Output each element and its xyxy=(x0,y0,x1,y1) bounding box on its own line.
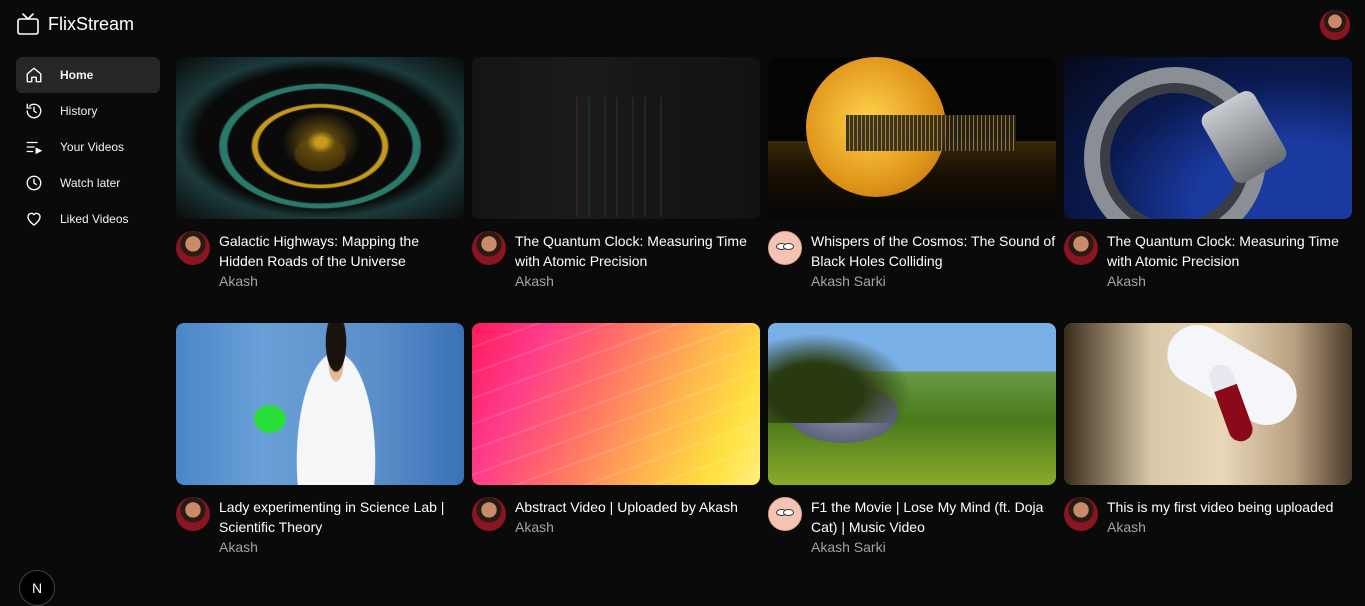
history-icon xyxy=(24,101,44,121)
channel-avatar[interactable] xyxy=(1064,497,1098,531)
video-title[interactable]: Abstract Video | Uploaded by Akash xyxy=(515,497,760,517)
home-icon xyxy=(24,65,44,85)
channel-name[interactable]: Akash xyxy=(1107,271,1352,291)
app-title: FlixStream xyxy=(48,13,135,34)
video-thumbnail[interactable] xyxy=(176,57,464,219)
channel-name[interactable]: Akash xyxy=(515,271,760,291)
video-card[interactable]: Whispers of the Cosmos: The Sound of Bla… xyxy=(768,57,1056,323)
next-badge[interactable]: N xyxy=(19,570,55,606)
playlist-icon xyxy=(24,137,44,157)
video-card[interactable]: Abstract Video | Uploaded by Akash Akash xyxy=(472,323,760,589)
sidebar-item-label: History xyxy=(60,104,98,118)
sidebar-item-home[interactable]: Home xyxy=(16,57,160,93)
tv-icon xyxy=(16,12,40,36)
channel-avatar[interactable] xyxy=(176,231,210,265)
channel-avatar[interactable] xyxy=(472,231,506,265)
user-avatar[interactable] xyxy=(1320,10,1350,40)
video-card[interactable]: Galactic Highways: Mapping the Hidden Ro… xyxy=(176,57,464,323)
channel-name[interactable]: Akash xyxy=(219,271,464,291)
video-card[interactable]: This is my first video being uploaded Ak… xyxy=(1064,323,1352,589)
clock-icon xyxy=(24,173,44,193)
sidebar-item-history[interactable]: History xyxy=(16,93,160,129)
sidebar-item-your-videos[interactable]: Your Videos xyxy=(16,129,160,165)
sidebar-item-label: Liked Videos xyxy=(60,212,129,226)
video-card[interactable]: Lady experimenting in Science Lab | Scie… xyxy=(176,323,464,589)
heart-icon xyxy=(24,209,44,229)
channel-name[interactable]: Akash xyxy=(219,537,464,557)
video-title[interactable]: Galactic Highways: Mapping the Hidden Ro… xyxy=(219,231,464,271)
channel-name[interactable]: Akash Sarki xyxy=(811,537,1056,557)
video-title[interactable]: Whispers of the Cosmos: The Sound of Bla… xyxy=(811,231,1056,271)
sidebar-item-label: Your Videos xyxy=(60,140,125,154)
app-logo[interactable]: FlixStream xyxy=(16,12,134,36)
sidebar-item-liked-videos[interactable]: Liked Videos xyxy=(16,201,160,237)
video-title[interactable]: This is my first video being uploaded xyxy=(1107,497,1352,517)
sidebar: Home History Your Videos Watch later Lik… xyxy=(16,57,160,237)
sidebar-item-label: Watch later xyxy=(60,176,121,190)
channel-avatar[interactable] xyxy=(768,231,802,265)
video-title[interactable]: The Quantum Clock: Measuring Time with A… xyxy=(515,231,760,271)
video-thumbnail[interactable] xyxy=(768,323,1056,485)
video-title[interactable]: The Quantum Clock: Measuring Time with A… xyxy=(1107,231,1352,271)
video-thumbnail[interactable] xyxy=(472,57,760,219)
video-thumbnail[interactable] xyxy=(1064,57,1352,219)
video-title[interactable]: Lady experimenting in Science Lab | Scie… xyxy=(219,497,464,537)
video-title[interactable]: F1 the Movie | Lose My Mind (ft. Doja Ca… xyxy=(811,497,1056,537)
top-bar: FlixStream xyxy=(0,0,1365,50)
video-card[interactable]: The Quantum Clock: Measuring Time with A… xyxy=(1064,57,1352,323)
channel-avatar[interactable] xyxy=(472,497,506,531)
video-thumbnail[interactable] xyxy=(176,323,464,485)
video-card[interactable]: F1 the Movie | Lose My Mind (ft. Doja Ca… xyxy=(768,323,1056,589)
channel-avatar[interactable] xyxy=(1064,231,1098,265)
channel-name[interactable]: Akash xyxy=(1107,517,1352,537)
video-thumbnail[interactable] xyxy=(768,57,1056,219)
sidebar-item-label: Home xyxy=(60,68,94,82)
channel-avatar[interactable] xyxy=(176,497,210,531)
channel-avatar[interactable] xyxy=(768,497,802,531)
video-card[interactable]: The Quantum Clock: Measuring Time with A… xyxy=(472,57,760,323)
video-grid: Galactic Highways: Mapping the Hidden Ro… xyxy=(176,57,1352,589)
badge-letter: N xyxy=(31,580,43,596)
video-thumbnail[interactable] xyxy=(472,323,760,485)
video-thumbnail[interactable] xyxy=(1064,323,1352,485)
sidebar-item-watch-later[interactable]: Watch later xyxy=(16,165,160,201)
channel-name[interactable]: Akash Sarki xyxy=(811,271,1056,291)
channel-name[interactable]: Akash xyxy=(515,517,760,537)
